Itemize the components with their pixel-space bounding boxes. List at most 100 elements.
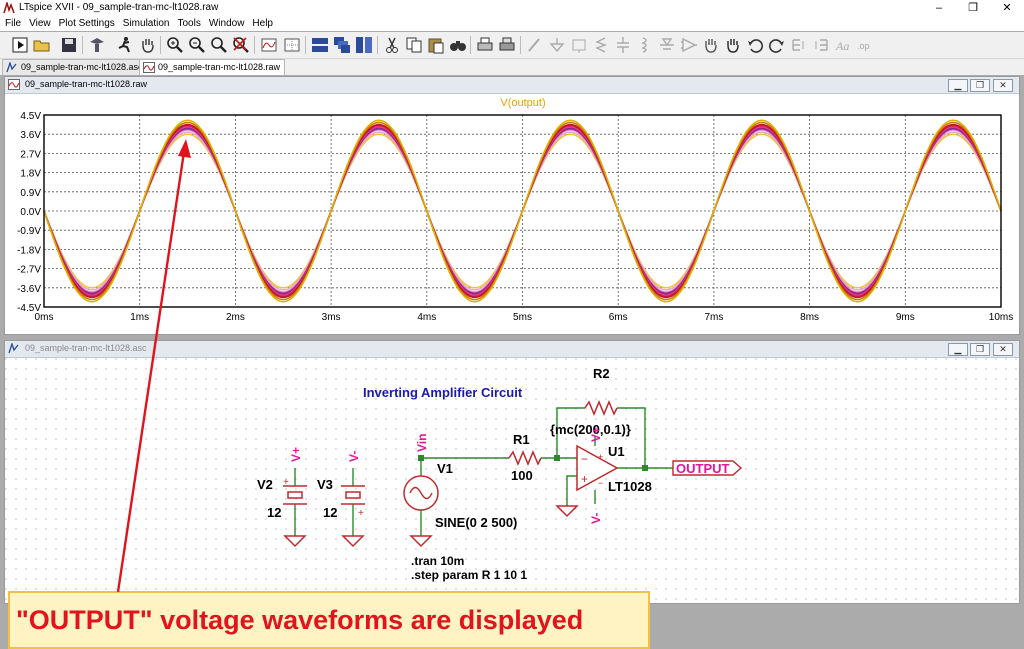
- waveform-viewer-window: 09_sample-tran-mc-lt1028.raw ▁ ❐ ✕ V(out…: [4, 76, 1020, 335]
- schematic-window-header: 09_sample-tran-mc-lt1028.asc ▁ ❐ ✕: [5, 341, 1019, 358]
- minimize-button[interactable]: ▁: [948, 343, 968, 356]
- undo-icon[interactable]: [745, 35, 765, 55]
- draw-wire-icon[interactable]: [525, 35, 545, 55]
- menu-help[interactable]: Help: [252, 16, 273, 31]
- schematic-icon: [8, 343, 19, 354]
- restore-button[interactable]: ❐: [956, 0, 990, 16]
- menu-plot-settings[interactable]: Plot Settings: [59, 16, 115, 31]
- halt-icon[interactable]: [115, 35, 135, 55]
- vplus-net-label[interactable]: V+: [289, 447, 303, 462]
- cancel-zoom-icon[interactable]: [231, 35, 251, 55]
- r2-name[interactable]: R2: [593, 366, 610, 381]
- y-tick-label: -0.9V: [17, 226, 41, 237]
- opamp-supply-plus-mark: +: [598, 452, 603, 462]
- v2-name[interactable]: V2: [257, 477, 273, 492]
- v1-value[interactable]: SINE(0 2 500): [435, 515, 517, 530]
- menu-view[interactable]: View: [29, 16, 51, 31]
- v1-name[interactable]: V1: [437, 461, 453, 476]
- spice-directive-step[interactable]: .step param R 1 10 1: [411, 568, 527, 582]
- spice-directive-icon[interactable]: .op: [856, 35, 876, 55]
- schematic-canvas[interactable]: Inverting Amplifier Circuit R1 100 R2 {m…: [5, 358, 1017, 602]
- minimize-button[interactable]: ▁: [948, 79, 968, 92]
- x-tick-label: 9ms: [896, 312, 915, 323]
- r1-name[interactable]: R1: [513, 432, 530, 447]
- v2-plus-mark: +: [283, 477, 289, 488]
- cascade-icon[interactable]: [332, 35, 352, 55]
- cut-icon[interactable]: [382, 35, 402, 55]
- svg-text:Aa: Aa: [835, 39, 849, 53]
- opamp-minus-pin: −: [581, 452, 588, 466]
- ground-icon[interactable]: [547, 35, 567, 55]
- restore-button[interactable]: ❐: [970, 343, 990, 356]
- vin-net-label[interactable]: Vin: [415, 434, 429, 452]
- zoom-in-icon[interactable]: [165, 35, 185, 55]
- close-button[interactable]: ✕: [990, 0, 1024, 16]
- output-net-label[interactable]: OUTPUT: [676, 461, 730, 476]
- plot-settings-icon[interactable]: [282, 35, 302, 55]
- autorange-icon[interactable]: [259, 35, 279, 55]
- find-icon[interactable]: [448, 35, 468, 55]
- x-tick-label: 3ms: [322, 312, 341, 323]
- x-tick-label: 1ms: [130, 312, 149, 323]
- opamp-vminus-net-label[interactable]: V-: [589, 513, 603, 524]
- drag-icon[interactable]: [723, 35, 743, 55]
- x-tick-label: 5ms: [513, 312, 532, 323]
- menu-simulation[interactable]: Simulation: [123, 16, 170, 31]
- waveform-plot[interactable]: V(output) 4.5V 3.6V 2.7V 1.8V 0.9V 0.0V -0.9V -…: [5, 94, 1017, 332]
- opamp-vplus-net-label[interactable]: V+: [589, 427, 603, 442]
- text-icon[interactable]: Aa: [834, 35, 854, 55]
- tab-schematic-label: 09_sample-tran-mc-lt1028.asc: [21, 62, 143, 72]
- r1-value[interactable]: 100: [511, 468, 533, 483]
- v2-value[interactable]: 12: [267, 505, 281, 520]
- zoom-out-icon[interactable]: [187, 35, 207, 55]
- toolbar: Aa .op: [0, 32, 1024, 59]
- minimize-button[interactable]: –: [922, 0, 956, 16]
- print-icon[interactable]: [475, 35, 495, 55]
- trace-label-voutput[interactable]: V(output): [500, 97, 545, 109]
- v3-name[interactable]: V3: [317, 477, 333, 492]
- menu-window[interactable]: Window: [209, 16, 245, 31]
- close-button[interactable]: ✕: [993, 343, 1013, 356]
- label-net-icon[interactable]: [569, 35, 589, 55]
- v3-value[interactable]: 12: [323, 505, 337, 520]
- wire-junction: [554, 455, 560, 461]
- redo-icon[interactable]: [767, 35, 787, 55]
- copy-icon[interactable]: [404, 35, 424, 55]
- zoom-fit-icon[interactable]: [209, 35, 229, 55]
- annotation-callout: "OUTPUT" voltage waveforms are displayed: [8, 591, 650, 649]
- component-icon[interactable]: [679, 35, 699, 55]
- resistor-icon[interactable]: [591, 35, 611, 55]
- toolbar-separator: [254, 36, 255, 54]
- menu-tools[interactable]: Tools: [177, 16, 200, 31]
- control-panel-icon[interactable]: [87, 35, 107, 55]
- schematic-window-title: 09_sample-tran-mc-lt1028.asc: [25, 343, 147, 353]
- spice-directive-tran[interactable]: .tran 10m: [411, 554, 464, 568]
- tab-waveform[interactable]: 09_sample-tran-mc-lt1028.raw: [139, 59, 286, 75]
- pan-icon[interactable]: [138, 35, 158, 55]
- window-title: LTspice XVII - 09_sample-tran-mc-lt1028.…: [19, 2, 219, 13]
- print-setup-icon[interactable]: [497, 35, 517, 55]
- close-button[interactable]: ✕: [993, 79, 1013, 92]
- menu-file[interactable]: File: [5, 16, 21, 31]
- capacitor-icon[interactable]: [613, 35, 633, 55]
- vminus-net-label[interactable]: V-: [347, 451, 361, 462]
- move-icon[interactable]: [701, 35, 721, 55]
- opamp-plus-pin: +: [581, 472, 588, 486]
- diode-icon[interactable]: [657, 35, 677, 55]
- u1-name[interactable]: U1: [608, 444, 625, 459]
- tab-schematic[interactable]: 09_sample-tran-mc-lt1028.asc: [2, 59, 148, 75]
- mirror-icon[interactable]: [811, 35, 831, 55]
- rotate-icon[interactable]: [789, 35, 809, 55]
- schematic-heading[interactable]: Inverting Amplifier Circuit: [363, 385, 523, 400]
- open-icon[interactable]: [32, 35, 52, 55]
- y-tick-label: 3.6V: [20, 130, 41, 141]
- inductor-icon[interactable]: [635, 35, 655, 55]
- run-icon[interactable]: [10, 35, 30, 55]
- y-tick-label: -1.8V: [17, 245, 41, 256]
- u1-value[interactable]: LT1028: [608, 479, 652, 494]
- tile-horizontal-icon[interactable]: [310, 35, 330, 55]
- save-icon[interactable]: [59, 35, 79, 55]
- paste-icon[interactable]: [426, 35, 446, 55]
- restore-button[interactable]: ❐: [970, 79, 990, 92]
- tile-vertical-icon[interactable]: [354, 35, 374, 55]
